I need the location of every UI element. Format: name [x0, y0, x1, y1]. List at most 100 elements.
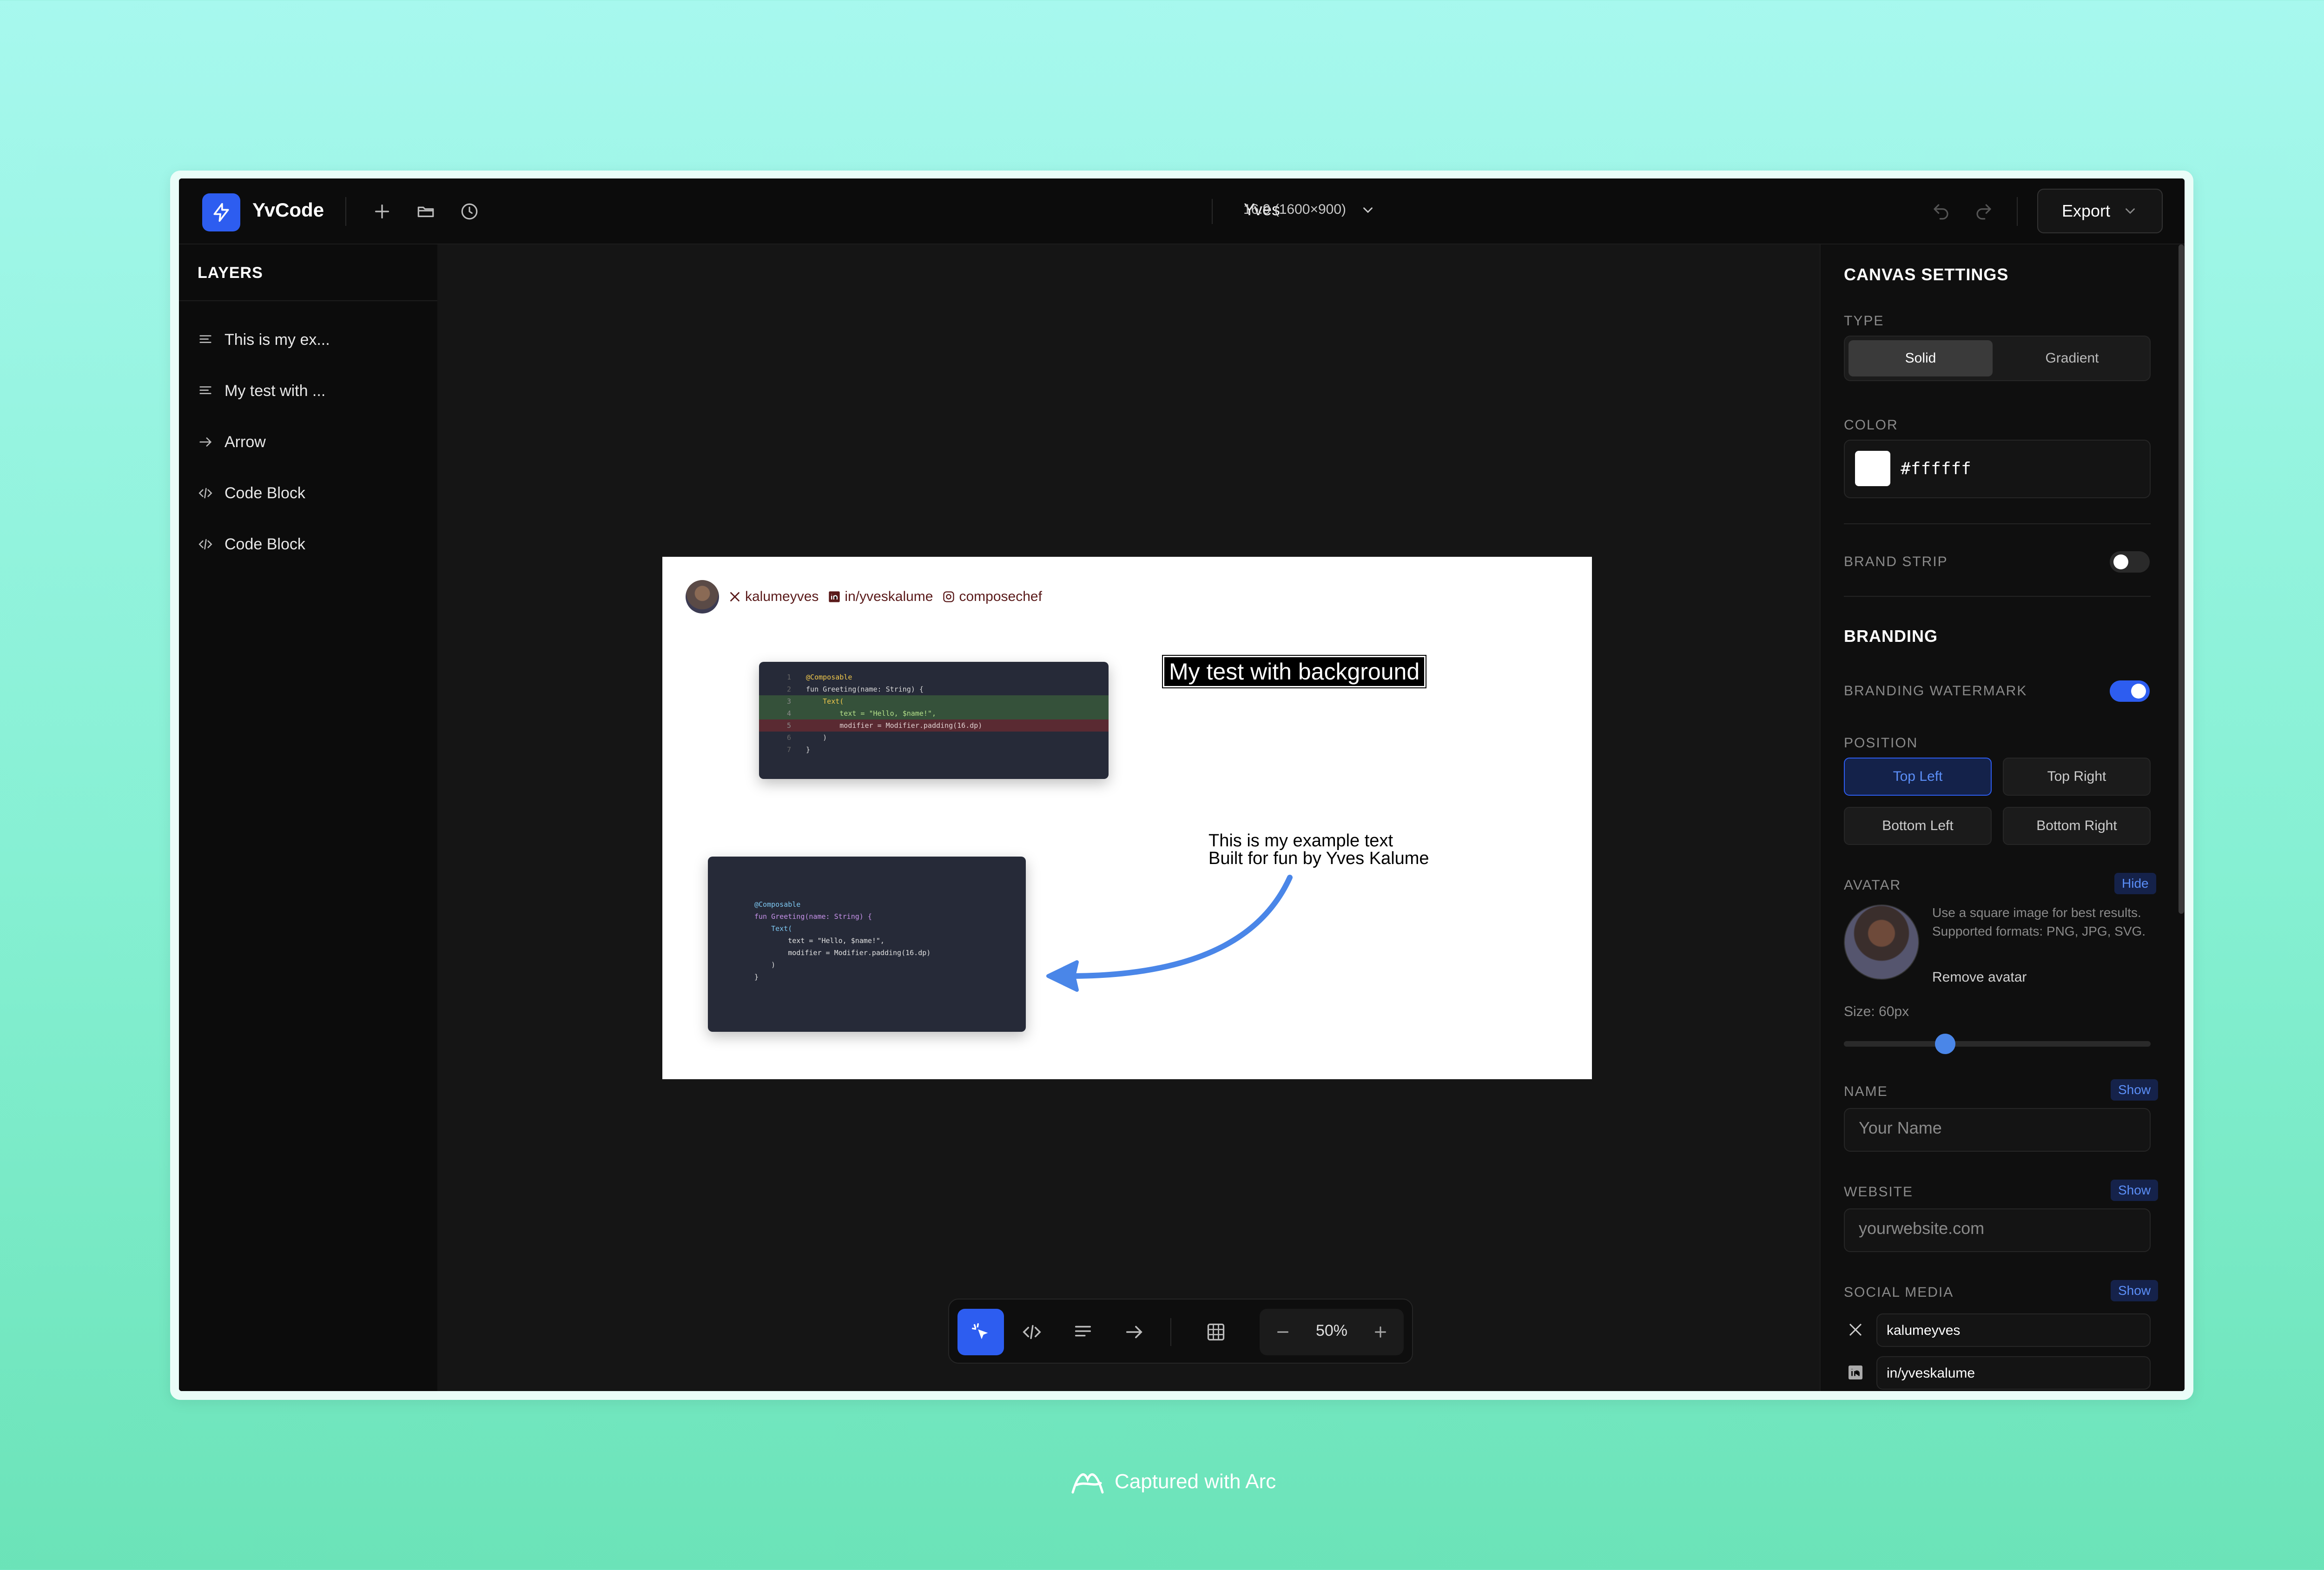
watermark-toggle[interactable] — [2110, 680, 2150, 702]
position-bottom-right[interactable]: Bottom Right — [2003, 807, 2151, 845]
name-placeholder: Your Name — [1859, 1118, 1942, 1137]
code-tool[interactable] — [1009, 1309, 1055, 1355]
brand-strip-label: BRAND STRIP — [1844, 554, 1948, 569]
text-icon — [1075, 1326, 1091, 1337]
toolbar-divider — [345, 197, 346, 226]
arrow-tool[interactable] — [1111, 1309, 1157, 1355]
text-tool[interactable] — [1060, 1309, 1106, 1355]
website-placeholder: yourwebsite.com — [1859, 1219, 1985, 1238]
avatar-size-slider[interactable] — [1844, 1034, 2151, 1054]
brand-strip-toggle[interactable] — [2110, 551, 2150, 573]
layer-item-text[interactable]: This is my ex... — [198, 323, 421, 356]
text-icon — [199, 386, 211, 394]
avatar-hide-toggle[interactable]: Hide — [2114, 873, 2156, 894]
layer-label: This is my ex... — [224, 330, 330, 349]
toolbar-divider — [1212, 199, 1213, 224]
color-label: COLOR — [1844, 417, 1898, 433]
color-swatch[interactable] — [1855, 451, 1890, 486]
toggle-knob — [2131, 684, 2146, 699]
tools-toolbar: 50% — [948, 1299, 1413, 1364]
aspect-ratio-value: 16:9 (1600×900) — [1243, 202, 1347, 217]
layer-label: Code Block — [224, 484, 305, 502]
layers-title: LAYERS — [198, 264, 263, 282]
chevron-down-icon — [2126, 208, 2135, 214]
code-icon — [198, 488, 212, 499]
social-show-toggle[interactable]: Show — [2111, 1280, 2159, 1301]
minus-icon — [1277, 1331, 1288, 1333]
zoom-out-button[interactable] — [1269, 1318, 1297, 1346]
divider — [1844, 596, 2151, 597]
text-icon — [199, 335, 211, 343]
toggle-knob — [2113, 554, 2128, 569]
avatar-size-label: Size: 60px — [1844, 1004, 1909, 1019]
website-input[interactable]: yourwebsite.com — [1844, 1208, 2151, 1252]
layer-item-arrow[interactable]: Arrow — [198, 426, 421, 458]
arrow-right-icon — [199, 437, 212, 447]
social-media-label: SOCIAL MEDIA — [1844, 1285, 1954, 1300]
export-label: Export — [2061, 201, 2111, 220]
export-button[interactable]: Export — [2037, 189, 2163, 233]
name-input[interactable]: Your Name — [1844, 1108, 2151, 1152]
divider — [179, 300, 437, 301]
canvas-settings-title: CANVAS SETTINGS — [1844, 265, 2009, 284]
color-field[interactable]: #ffffff — [1844, 440, 2151, 498]
layer-label: Code Block — [224, 535, 305, 553]
type-gradient-button[interactable]: Gradient — [2000, 340, 2144, 376]
position-top-right[interactable]: Top Right — [2003, 758, 2151, 796]
linkedin-icon — [1844, 1361, 1867, 1384]
grid-toggle[interactable] — [1193, 1309, 1239, 1355]
open-folder-button[interactable] — [409, 197, 442, 226]
zoom-in-button[interactable] — [1367, 1318, 1394, 1346]
zoom-level: 50% — [1315, 1322, 1348, 1339]
settings-panel: CANVAS SETTINGS TYPE Solid Gradient COLO… — [1820, 244, 2185, 1391]
history-button[interactable] — [453, 197, 486, 226]
arc-logo-icon — [1071, 1473, 1104, 1494]
social-linkedin-input[interactable]: in/yveskalume — [1876, 1356, 2151, 1390]
top-bar: YvCode Yves 16:9 (1600×900) Export — [179, 178, 2185, 244]
arrow-right-icon — [1126, 1326, 1142, 1339]
layer-item-code[interactable]: Code Block — [198, 528, 421, 561]
plus-icon — [375, 204, 389, 218]
layer-item-code[interactable]: Code Block — [198, 477, 421, 509]
cursor-click-icon — [972, 1323, 988, 1339]
grid-icon — [1207, 1323, 1225, 1341]
select-tool[interactable] — [957, 1309, 1004, 1355]
capture-footer: Captured with Arc — [1069, 1466, 1276, 1497]
layer-item-text[interactable]: My test with ... — [198, 375, 421, 407]
position-bottom-left[interactable]: Bottom Left — [1844, 807, 1992, 845]
aspect-ratio-select[interactable]: 16:9 (1600×900) — [1243, 202, 1376, 218]
social-x-input[interactable]: kalumeyves — [1876, 1313, 2151, 1347]
social-x-value: kalumeyves — [1887, 1323, 1961, 1338]
lightning-icon — [213, 203, 229, 222]
redo-button[interactable] — [1967, 197, 2000, 226]
divider — [1844, 523, 2151, 524]
name-show-toggle[interactable]: Show — [2111, 1079, 2159, 1101]
type-label: TYPE — [1844, 313, 1884, 329]
curved-arrow[interactable] — [662, 557, 1592, 1079]
avatar-label: AVATAR — [1844, 877, 1901, 893]
position-top-left[interactable]: Top Left — [1844, 758, 1992, 796]
website-label: WEBSITE — [1844, 1184, 1914, 1200]
website-show-toggle[interactable]: Show — [2111, 1180, 2159, 1201]
design-canvas[interactable]: kalumeyves in/yveskalume composechef 1 @C… — [662, 557, 1592, 1079]
scrollbar[interactable] — [2179, 244, 2184, 914]
background-type-toggle: Solid Gradient — [1844, 336, 2151, 381]
slider-thumb[interactable] — [1934, 1034, 1955, 1054]
new-button[interactable] — [366, 197, 398, 226]
undo-button[interactable] — [1925, 197, 1957, 226]
app-window: YvCode Yves 16:9 (1600×900) Export LAYER… — [179, 178, 2185, 1391]
code-icon — [1023, 1325, 1041, 1339]
avatar-preview[interactable] — [1844, 904, 1919, 980]
remove-avatar-link[interactable]: Remove avatar — [1932, 970, 2027, 985]
folder-icon — [417, 206, 434, 218]
app-name: YvCode — [252, 199, 324, 221]
footer-text: Captured with Arc — [1115, 1470, 1276, 1493]
undo-icon — [1934, 204, 1948, 220]
name-label: NAME — [1844, 1084, 1888, 1099]
slider-track-fill — [1844, 1041, 1945, 1047]
type-solid-button[interactable]: Solid — [1849, 340, 1993, 376]
app-logo[interactable] — [202, 193, 240, 231]
branding-title: BRANDING — [1844, 627, 1938, 646]
plus-icon — [1375, 1326, 1386, 1338]
social-linkedin-value: in/yveskalume — [1887, 1366, 1975, 1381]
